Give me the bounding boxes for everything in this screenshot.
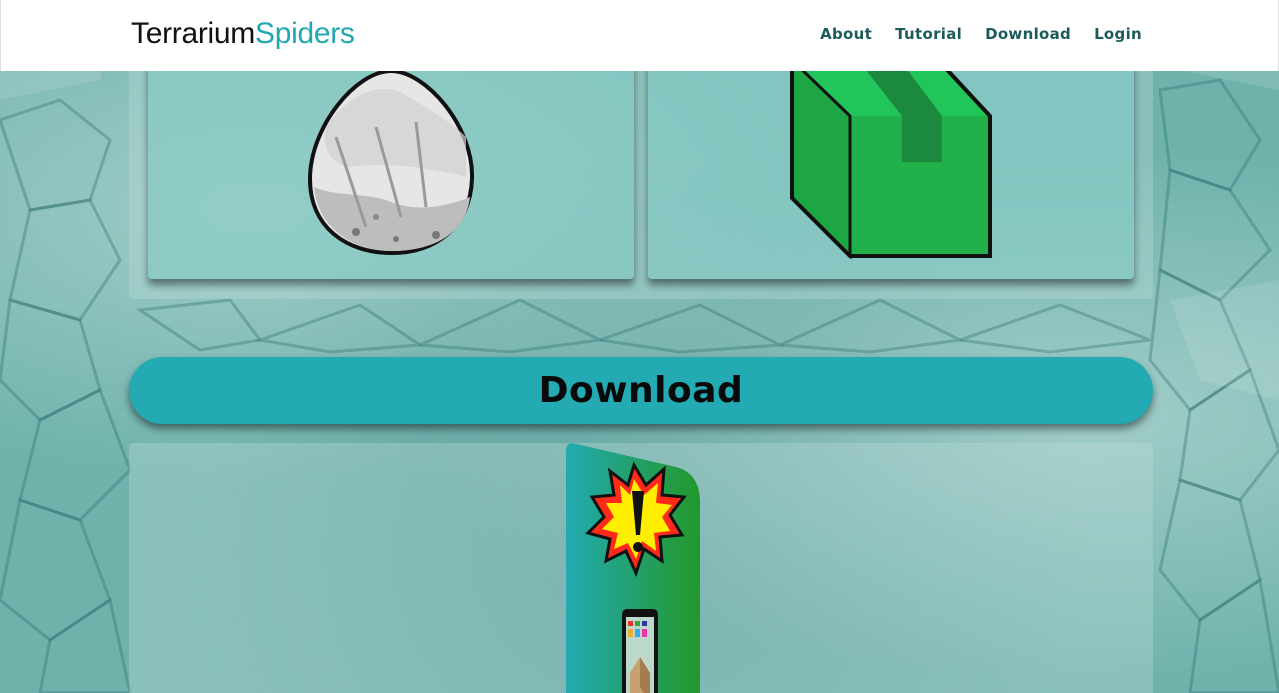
main-nav: About Tutorial Download Login	[820, 25, 1142, 43]
phone-icon	[622, 609, 658, 693]
download-panel	[129, 443, 1153, 693]
feature-card-egg	[148, 60, 634, 279]
download-heading-label: Download	[538, 370, 744, 411]
nav-download-link[interactable]: Download	[985, 25, 1071, 43]
brand-logo[interactable]: TerrariumSpiders	[131, 17, 355, 51]
site-header: TerrariumSpiders About Tutorial Download…	[0, 0, 1279, 71]
nav-about-link[interactable]: About	[820, 25, 872, 43]
download-section-heading[interactable]: Download	[129, 357, 1153, 424]
brand-name-part1: Terrarium	[131, 17, 255, 50]
egg-icon	[307, 68, 475, 256]
feature-card-box	[648, 60, 1134, 279]
brand-name-part2: Spiders	[254, 17, 355, 50]
feature-panel	[129, 40, 1153, 299]
nav-tutorial-link[interactable]: Tutorial	[895, 25, 962, 43]
app-download-banner[interactable]	[566, 443, 702, 693]
box-icon	[790, 60, 992, 260]
nav-login-link[interactable]: Login	[1094, 25, 1142, 43]
